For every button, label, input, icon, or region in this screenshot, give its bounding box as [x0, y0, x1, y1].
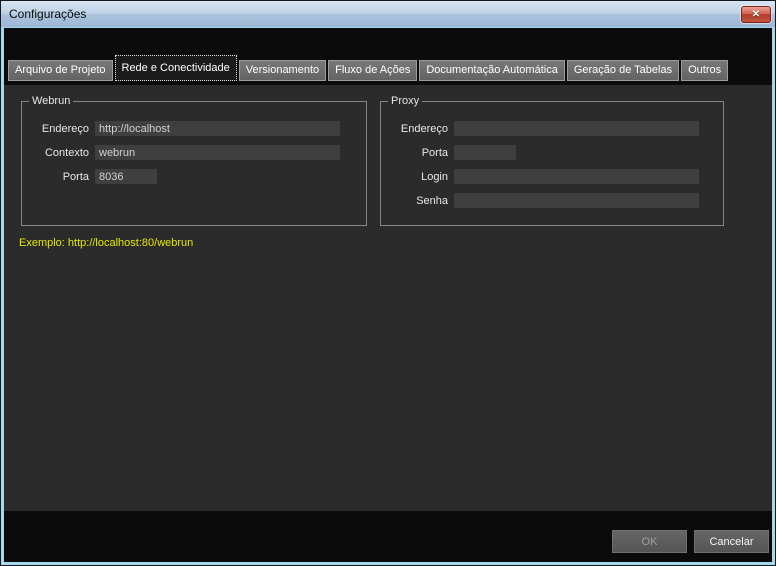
proxy-login-input[interactable]	[454, 169, 699, 184]
title-bar[interactable]: Configurações ✕	[1, 1, 775, 27]
proxy-senha-row: Senha	[381, 193, 723, 208]
tab-geracao-de-tabelas[interactable]: Geração de Tabelas	[567, 60, 679, 81]
proxy-senha-label: Senha	[381, 195, 448, 207]
tab-page-rede-e-conectividade: Webrun Endereço Contexto Porta	[4, 85, 772, 511]
webrun-contexto-label: Contexto	[22, 147, 89, 159]
webrun-endereco-label: Endereço	[22, 123, 89, 135]
tab-arquivo-de-projeto[interactable]: Arquivo de Projeto	[8, 60, 113, 81]
tab-rede-e-conectividade[interactable]: Rede e Conectividade	[115, 55, 237, 81]
webrun-endereco-input[interactable]	[95, 121, 340, 136]
proxy-porta-label: Porta	[381, 147, 448, 159]
tab-documentacao-automatica[interactable]: Documentação Automática	[419, 60, 564, 81]
tab-strip: Arquivo de Projeto Rede e Conectividade …	[8, 53, 728, 81]
tab-fluxo-de-acoes[interactable]: Fluxo de Ações	[328, 60, 417, 81]
example-url-text: Exemplo: http://localhost:80/webrun	[19, 237, 193, 249]
webrun-group: Webrun Endereço Contexto Porta	[21, 101, 367, 226]
proxy-porta-input[interactable]	[454, 145, 516, 160]
webrun-porta-label: Porta	[22, 171, 89, 183]
proxy-login-label: Login	[381, 171, 448, 183]
tab-outros[interactable]: Outros	[681, 60, 728, 81]
cancel-button[interactable]: Cancelar	[694, 530, 769, 553]
close-icon[interactable]: ✕	[741, 6, 771, 23]
proxy-senha-input[interactable]	[454, 193, 699, 208]
proxy-endereco-row: Endereço	[381, 121, 723, 136]
window-title: Configurações	[9, 1, 86, 27]
tab-versionamento[interactable]: Versionamento	[239, 60, 326, 81]
webrun-porta-row: Porta	[22, 169, 366, 184]
proxy-group: Proxy Endereço Porta Login	[380, 101, 724, 226]
webrun-endereco-row: Endereço	[22, 121, 366, 136]
dialog-content: Arquivo de Projeto Rede e Conectividade …	[4, 28, 772, 562]
webrun-contexto-input[interactable]	[95, 145, 340, 160]
webrun-contexto-row: Contexto	[22, 145, 366, 160]
proxy-porta-row: Porta	[381, 145, 723, 160]
settings-dialog: Configurações ✕ Arquivo de Projeto Rede …	[0, 0, 776, 566]
proxy-group-title: Proxy	[388, 95, 422, 107]
proxy-endereco-label: Endereço	[381, 123, 448, 135]
webrun-group-title: Webrun	[29, 95, 73, 107]
ok-button[interactable]: OK	[612, 530, 687, 553]
webrun-porta-input[interactable]	[95, 169, 157, 184]
proxy-endereco-input[interactable]	[454, 121, 699, 136]
proxy-login-row: Login	[381, 169, 723, 184]
